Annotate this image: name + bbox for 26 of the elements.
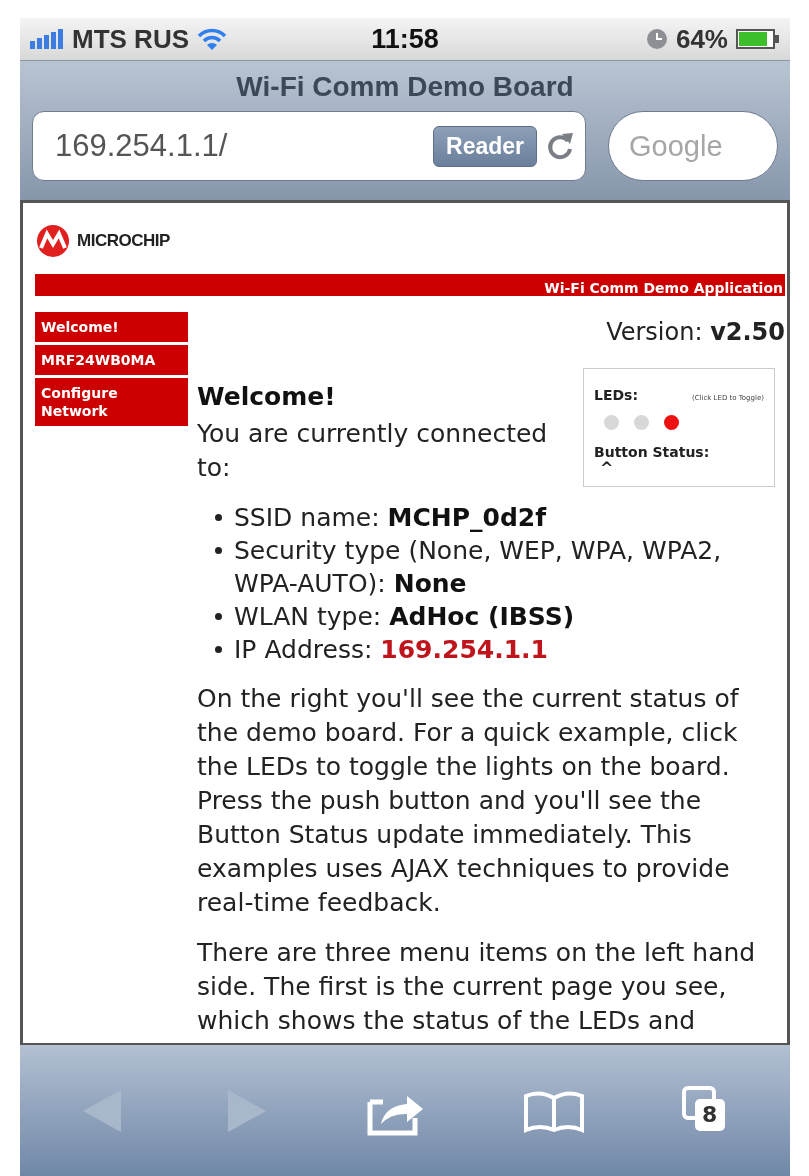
nav-link[interactable]: MRF24WB0MA: [35, 345, 188, 375]
detail-text: SSID name: MCHP_0d2f: [234, 502, 547, 534]
leds-label: LEDs:: [594, 387, 639, 403]
page-heading: Welcome!: [197, 382, 337, 411]
battery-percent: 64%: [675, 23, 728, 55]
detail-text: WLAN type: AdHoc (IBSS): [234, 601, 575, 633]
reader-button[interactable]: Reader: [433, 125, 537, 167]
banner-title: Wi-Fi Comm Demo Application: [544, 280, 784, 296]
body-paragraph: There are three menu items on the left hand side. The first is the current page you see, which shows the status of the LEDs and: [197, 937, 757, 1037]
detail-text: IP Address: 169.254.1.1: [234, 634, 548, 666]
button-status-value: ^: [599, 460, 615, 476]
detail-text: Security type (None, WEP, WPA, WPA2, WPA-AUTO): None: [234, 535, 723, 600]
tabs-button[interactable]: 8: [680, 1084, 733, 1137]
address-field[interactable]: 169.254.1.1/ Reader: [32, 111, 586, 181]
body-paragraph: On the right you'll see the current status of the demo board. For a quick example, click the LEDs to toggle the lights on the board. Press the push button and you'll see the Button Status update immediately. This examples uses AJAX techniques to provide real-time feedback.: [197, 683, 740, 919]
intro-text: You are currently connected to:: [197, 418, 549, 484]
tab-count: 8: [694, 1098, 725, 1131]
button-status-label: Button Status:: [594, 444, 711, 460]
logo-wordmark: MICROCHIP: [77, 230, 170, 251]
nav-link[interactable]: Configure Network: [35, 378, 188, 426]
carrier-name: MTS RUS: [72, 23, 189, 55]
version-text: Version: v2.50: [606, 318, 785, 346]
nav-link[interactable]: Welcome!: [35, 312, 188, 342]
search-field[interactable]: Google: [608, 111, 778, 181]
clock-time: 11:58: [371, 23, 439, 55]
page-title: Wi-Fi Comm Demo Board: [235, 70, 575, 104]
